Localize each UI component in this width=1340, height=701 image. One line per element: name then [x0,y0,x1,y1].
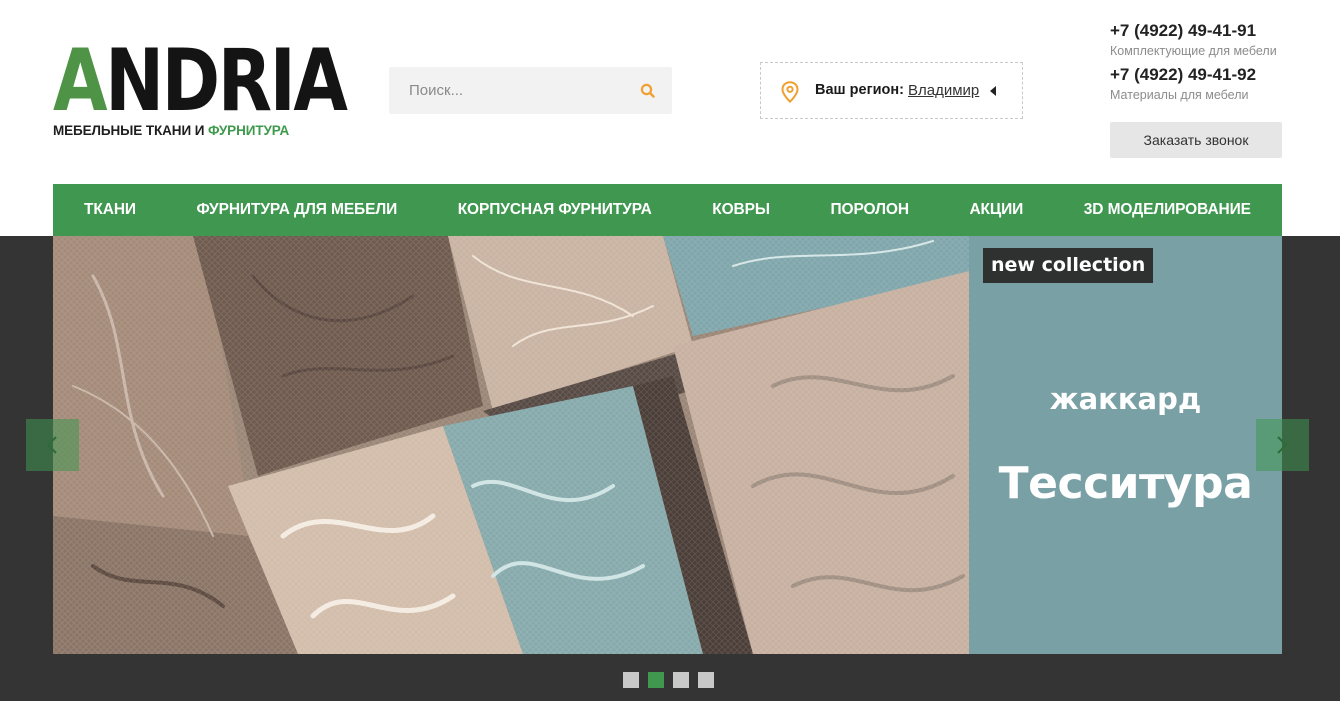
map-pin-icon [781,81,799,108]
nav-item-promotions[interactable]: АКЦИИ [969,201,1023,219]
slide-subtitle: жаккард [1049,382,1202,416]
chevron-right-icon [1277,436,1288,454]
phone-number[interactable]: +7 (4922) 49-41-91 [1110,20,1290,42]
request-callback-button[interactable]: Заказать звонок [1110,122,1282,158]
nav-item-fabrics[interactable]: ТКАНИ [84,201,136,219]
region-selector[interactable]: Ваш регион: Владимир [760,62,1023,119]
slider-dot[interactable] [648,672,664,688]
logo-tagline-accent: ФУРНИТУРА [207,123,290,138]
region-label: Ваш регион: [815,82,904,98]
nav-item-carpets[interactable]: КОВРЫ [712,201,770,219]
phone-note: Материалы для мебели [1110,88,1249,102]
logo-first-letter: A [53,31,108,131]
main-nav: ТКАНИ ФУРНИТУРА ДЛЯ МЕБЕЛИ КОРПУСНАЯ ФУР… [53,184,1282,236]
hero-slide[interactable]: new collection жаккард Тесситура [53,236,1282,654]
nav-item-foam[interactable]: ПОРОЛОН [830,201,909,219]
slider-prev-button[interactable] [26,419,79,471]
site-logo[interactable]: ANDRIA МЕБЕЛЬНЫЕ ТКАНИ И ФУРНИТУРА [53,38,348,142]
region-city-link[interactable]: Владимир [908,82,979,99]
search-input[interactable] [389,67,629,114]
slide-title: Тесситура [998,458,1253,509]
slider-dot[interactable] [623,672,639,688]
slider-dot[interactable] [673,672,689,688]
logo-tagline: МЕБЕЛЬНЫЕ ТКАНИ И ФУРНИТУРА [53,123,289,138]
slider-dot[interactable] [698,672,714,688]
caret-left-icon[interactable] [990,86,996,96]
logo-rest: NDRIA [105,31,348,131]
slide-text-panel: new collection жаккард Тесситура [969,236,1282,654]
slider-pagination [623,672,714,688]
nav-item-cabinet-fittings[interactable]: КОРПУСНАЯ ФУРНИТУРА [458,201,652,219]
chevron-left-icon [46,436,57,454]
contacts-block: +7 (4922) 49-41-91 Комплектующие для меб… [1110,20,1290,108]
slider-next-button[interactable] [1256,419,1309,471]
logo-wordmark: ANDRIA [53,38,348,124]
search-icon[interactable] [638,81,658,101]
page: ANDRIA МЕБЕЛЬНЫЕ ТКАНИ И ФУРНИТУРА Ваш р… [0,0,1340,701]
phone-number[interactable]: +7 (4922) 49-41-92 [1110,64,1290,86]
slide-badge: new collection [983,248,1154,283]
nav-item-3d-modeling[interactable]: 3D МОДЕЛИРОВАНИЕ [1084,201,1251,219]
fabric-swatches-image [53,236,969,654]
logo-tagline-main: МЕБЕЛЬНЫЕ ТКАНИ И [53,123,208,138]
phone-note: Комплектующие для мебели [1110,44,1277,58]
search-box [389,67,672,114]
nav-item-furniture-fittings[interactable]: ФУРНИТУРА ДЛЯ МЕБЕЛИ [197,201,398,219]
